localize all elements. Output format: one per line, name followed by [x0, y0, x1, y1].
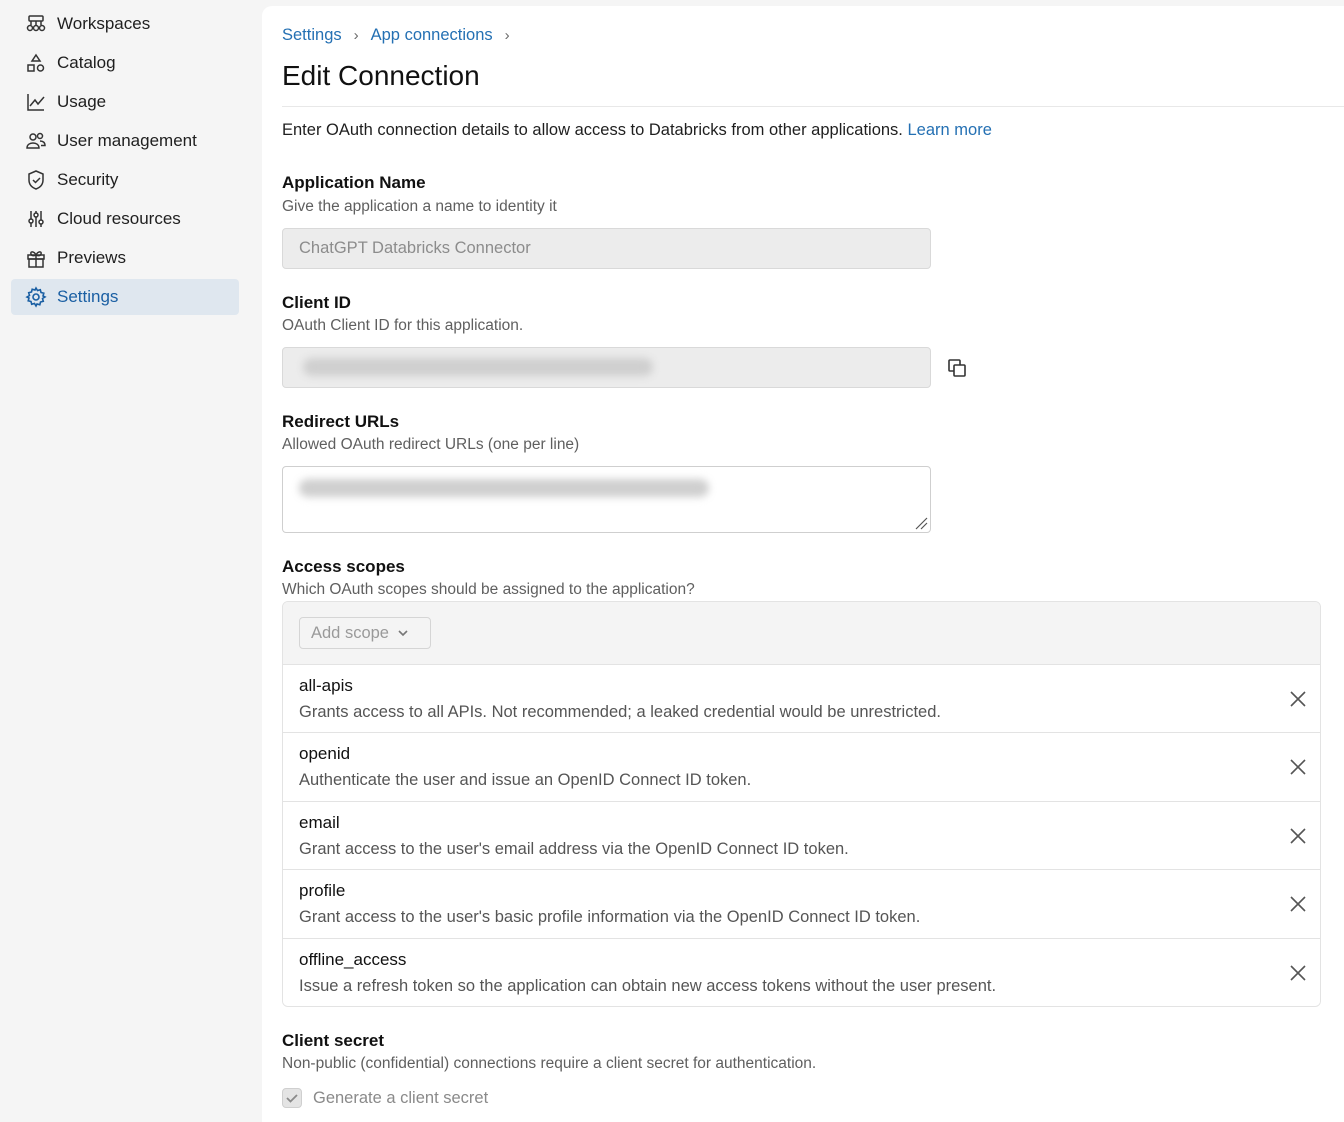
scope-row: openid Authenticate the user and issue a…	[283, 733, 1320, 802]
client-secret-label: Client secret	[282, 1031, 385, 1050]
generate-secret-label: Generate a client secret	[313, 1088, 489, 1107]
sidebar-item-settings[interactable]: Settings	[11, 279, 239, 315]
scope-name: profile	[299, 881, 346, 901]
redirect-urls-label: Redirect URLs	[282, 412, 400, 431]
redacted-redirect-url	[299, 479, 709, 497]
scope-description: Grant access to the user's basic profile…	[299, 908, 921, 927]
chevron-right-icon: ›	[504, 27, 510, 44]
add-scope-label: Add scope	[311, 623, 389, 642]
sliders-icon	[25, 208, 47, 230]
client-id-hint: OAuth Client ID for this application.	[282, 317, 524, 334]
scope-name: offline_access	[299, 949, 407, 969]
catalog-icon	[25, 52, 47, 74]
sidebar-item-catalog[interactable]: Catalog	[11, 45, 239, 81]
add-scope-dropdown[interactable]: Add scope	[299, 617, 431, 649]
gear-icon	[25, 286, 47, 308]
scope-description: Grants access to all APIs. Not recommend…	[299, 703, 941, 721]
scopes-list: Add scope all-apis Grants access to all …	[282, 601, 1321, 1007]
checkmark-icon	[286, 1094, 298, 1103]
sidebar-item-label: Previews	[57, 248, 126, 267]
scope-row: email Grant access to the user's email a…	[283, 801, 1320, 871]
usage-chart-icon	[25, 91, 47, 113]
scope-name: email	[299, 812, 340, 832]
sidebar-item-cloud-resources[interactable]: Cloud resources	[11, 201, 239, 237]
workspaces-icon	[25, 13, 47, 35]
breadcrumb-settings-link[interactable]: Settings	[282, 26, 342, 45]
scope-description: Authenticate the user and issue an OpenI…	[299, 771, 752, 790]
chevron-down-icon	[398, 630, 408, 637]
access-scopes-label: Access scopes	[282, 557, 405, 576]
sidebar-item-label: Workspaces	[57, 14, 151, 33]
sidebar-item-usage[interactable]: Usage	[11, 84, 239, 120]
sidebar-item-label: User management	[57, 131, 197, 150]
divider	[282, 106, 1344, 107]
scope-description: Grant access to the user's email address…	[299, 839, 849, 858]
close-icon[interactable]	[1288, 826, 1308, 846]
sidebar: Workspaces Catalog Usage User management…	[0, 0, 260, 1122]
learn-more-link[interactable]: Learn more	[908, 121, 992, 139]
breadcrumb: Settings › App connections ›	[282, 26, 522, 45]
scope-row: all-apis Grants access to all APIs. Not …	[283, 665, 1320, 734]
sidebar-item-previews[interactable]: Previews	[11, 240, 239, 276]
shield-icon	[25, 169, 47, 191]
scopes-header: Add scope	[283, 602, 1320, 665]
sidebar-item-security[interactable]: Security	[11, 162, 239, 198]
app-name-input[interactable]: ChatGPT Databricks Connector	[282, 228, 931, 269]
redirect-urls-textarea[interactable]	[282, 466, 931, 533]
redirect-urls-hint: Allowed OAuth redirect URLs (one per lin…	[282, 436, 580, 453]
sidebar-item-label: Settings	[57, 287, 119, 306]
close-icon[interactable]	[1288, 894, 1308, 914]
redacted-client-id	[303, 358, 653, 376]
close-icon[interactable]	[1288, 689, 1308, 709]
intro-description: Enter OAuth connection details to allow …	[282, 121, 903, 139]
breadcrumb-app-connections-link[interactable]: App connections	[371, 26, 493, 45]
generate-secret-checkbox[interactable]	[282, 1088, 302, 1108]
sidebar-item-label: Usage	[57, 92, 107, 111]
client-id-label: Client ID	[282, 293, 351, 312]
sidebar-item-label: Catalog	[57, 53, 116, 72]
access-scopes-hint: Which OAuth scopes should be assigned to…	[282, 581, 695, 598]
intro-text: Enter OAuth connection details to allow …	[282, 121, 992, 140]
scope-name: all-apis	[299, 676, 353, 695]
resize-handle-icon[interactable]	[914, 516, 928, 530]
copy-icon[interactable]	[946, 357, 968, 379]
scope-row: offline_access Issue a refresh token so …	[283, 938, 1320, 1006]
gift-icon	[25, 247, 47, 269]
client-id-input[interactable]	[282, 347, 931, 388]
main-content: Settings › App connections › Edit Connec…	[262, 6, 1344, 1122]
sidebar-item-label: Cloud resources	[57, 209, 181, 228]
client-secret-hint: Non-public (confidential) connections re…	[282, 1055, 817, 1072]
close-icon[interactable]	[1288, 963, 1308, 983]
app-name-label: Application Name	[282, 173, 426, 192]
users-icon	[25, 130, 47, 152]
page-title: Edit Connection	[282, 60, 480, 91]
sidebar-item-workspaces[interactable]: Workspaces	[11, 6, 239, 42]
sidebar-item-user-management[interactable]: User management	[11, 123, 239, 159]
close-icon[interactable]	[1288, 757, 1308, 777]
chevron-right-icon: ›	[353, 27, 359, 44]
generate-secret-row: Generate a client secret	[282, 1088, 488, 1108]
scope-name: openid	[299, 744, 351, 764]
sidebar-item-label: Security	[57, 170, 119, 189]
app-name-hint: Give the application a name to identity …	[282, 198, 557, 215]
scope-row: profile Grant access to the user's basic…	[283, 870, 1320, 939]
scope-description: Issue a refresh token so the application…	[299, 976, 997, 995]
